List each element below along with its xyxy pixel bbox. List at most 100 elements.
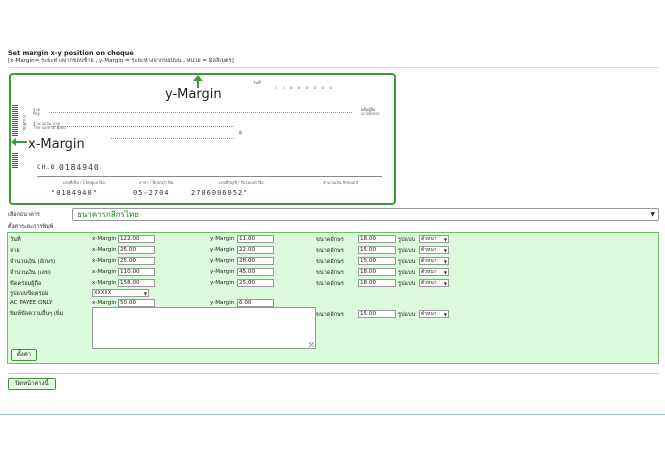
row-label-amount-number: จำนวนเงิน (เลข): [10, 270, 51, 276]
bearer-format-select[interactable]: ตัวหนา ▼: [419, 279, 449, 287]
or-bearer-en-label: or bearer: [361, 111, 380, 116]
amount-text-size-input[interactable]: 15.00: [358, 257, 396, 265]
pay-line: [49, 112, 352, 113]
field-line: [37, 176, 382, 177]
bearer-size-input[interactable]: 18.00: [358, 279, 396, 287]
pay-en-label: Pay: [33, 111, 41, 116]
side-label: ด่วนที่สุด: [22, 115, 27, 131]
chevron-down-icon: ▼: [443, 259, 447, 264]
format-label: รูปแบบ: [398, 312, 416, 318]
field-amount: จำนวนเงิน Amount: [323, 180, 359, 185]
font-size-label: ขนาดอักษร: [316, 259, 344, 265]
date-format-select[interactable]: ตัวหนา ▼: [419, 235, 449, 243]
divider: [0, 414, 665, 415]
date-boxes: ว ว ด ด ป ป ป ป: [275, 85, 334, 90]
row-label-date: วันที่: [10, 237, 21, 243]
format-label: รูปแบบ: [398, 259, 416, 265]
font-size-label: ขนาดอักษร: [316, 237, 344, 243]
amount-number-x-input[interactable]: 110.00: [118, 268, 155, 276]
ac-payee-x-input[interactable]: 50.00: [118, 299, 155, 307]
crossing-label: รูปแบบขีดคร่อม: [10, 291, 49, 297]
micr-cheque: "0184940": [51, 189, 98, 197]
bank-select-value: ธนาคารกสิกรไทย: [77, 210, 139, 219]
y-margin-label: y-Margin: [210, 269, 235, 275]
x-margin-label: x-Margin: [92, 247, 117, 253]
row-label-amount-text: จำนวนเงิน (อักษร): [10, 259, 56, 265]
y-margin-label: y-Margin: [165, 87, 222, 102]
bank-label: เลือกธนาคาร: [8, 212, 40, 218]
ac-payee-y-input[interactable]: 6.00: [237, 299, 274, 307]
close-window-button[interactable]: ปิดหน้าต่างนี้: [8, 378, 56, 390]
chevron-down-icon: ▼: [443, 248, 447, 253]
micr-branch: 05-2704: [133, 189, 170, 197]
pay-size-input[interactable]: 15.00: [358, 246, 396, 254]
select-value: XXXXX: [94, 290, 112, 296]
divider: [8, 373, 659, 374]
extra-text-label: พิมพ์ข้อความอื่นๆ เพิ่ม: [10, 311, 64, 317]
amount-number-size-input[interactable]: 18.00: [358, 268, 396, 276]
page-title: Set margin x-y position on cheque: [8, 49, 134, 57]
y-margin-label: y-Margin: [210, 300, 235, 306]
chevron-down-icon: ▼: [443, 281, 447, 286]
select-value: ตัวหนา: [421, 269, 437, 275]
settings-label: ตั้งค่าระยะการพิมพ์: [8, 224, 54, 230]
format-label: รูปแบบ: [398, 237, 416, 243]
extra-text-size-input[interactable]: 15.00: [358, 310, 396, 318]
bank-select[interactable]: ธนาคารกสิกรไทย ▼: [72, 208, 659, 221]
crossing-select[interactable]: XXXXX ▼: [92, 289, 149, 297]
amount-line: [49, 126, 234, 127]
font-size-label: ขนาดอักษร: [316, 312, 344, 318]
y-margin-label: y-Margin: [210, 236, 235, 242]
y-margin-label: y-Margin: [210, 247, 235, 253]
row-label-pay: จ่าย: [10, 248, 20, 254]
x-margin-label: x-Margin: [92, 269, 117, 275]
pay-format-select[interactable]: ตัวหนา ▼: [419, 246, 449, 254]
save-settings-button[interactable]: ตั้งค่า: [11, 349, 37, 361]
date-x-input[interactable]: 122.00: [118, 235, 155, 243]
extra-text-textarea[interactable]: [92, 307, 316, 349]
bearer-x-input[interactable]: 158.00: [118, 279, 155, 287]
x-margin-label: x-Margin: [92, 280, 117, 286]
pay-y-input[interactable]: 22.00: [237, 246, 274, 254]
chevron-down-icon: ▼: [650, 211, 655, 218]
x-margin-label: x-Margin: [92, 236, 117, 242]
field-account: เลขที่บัญชี / Account No.: [219, 180, 265, 185]
micr-account: 2706006052": [191, 189, 249, 197]
date-size-input[interactable]: 18.00: [358, 235, 396, 243]
amount-number-y-input[interactable]: 45.00: [237, 268, 274, 276]
row-label-bearer: ขีดคร่อมผู้ถือ: [10, 281, 42, 287]
select-value: ตัวหนา: [421, 236, 437, 242]
select-value: ตัวหนา: [421, 247, 437, 253]
amount-text-y-input[interactable]: 28.00: [237, 257, 274, 265]
extra-text-format-select[interactable]: ตัวหนา ▼: [419, 310, 449, 318]
format-label: รูปแบบ: [398, 270, 416, 276]
cheque-preview: ด่วนที่สุด y-Margin วันที่ ว ว ด ด ป ป ป…: [9, 73, 396, 205]
chevron-down-icon: ▼: [443, 312, 447, 317]
field-cheque-no: เลขที่เช็ค / Cheque No.: [63, 180, 107, 185]
divider: [8, 67, 659, 68]
bearer-y-input[interactable]: 25.00: [237, 279, 274, 287]
amount-text-format-select[interactable]: ตัวหนา ▼: [419, 257, 449, 265]
x-margin-label: x-Margin: [92, 300, 117, 306]
date-y-input[interactable]: 11.00: [237, 235, 274, 243]
left-arrow-icon: [11, 138, 16, 146]
chevron-down-icon: ▼: [443, 237, 447, 242]
resize-handle-icon[interactable]: [309, 342, 314, 347]
font-size-label: ขนาดอักษร: [316, 281, 344, 287]
barcode-strip: [12, 153, 18, 169]
page-subtitle: [x-Margin= ระยะห่างจากขอบซ้าย , y-Margin…: [8, 58, 234, 64]
format-label: รูปแบบ: [398, 248, 416, 254]
amount-text-x-input[interactable]: 25.00: [118, 257, 155, 265]
cheque-number: 0184940: [59, 163, 100, 172]
select-value: ตัวหนา: [421, 311, 437, 317]
cheque-no-prefix: CH.B: [37, 164, 56, 171]
pay-x-input[interactable]: 25.00: [118, 246, 155, 254]
up-arrow-icon: [193, 75, 203, 81]
amount-number-format-select[interactable]: ตัวหนา ▼: [419, 268, 449, 276]
x-margin-label: x-Margin: [28, 137, 85, 152]
date-label: วันที่: [253, 80, 261, 85]
ac-payee-label: AC PAYEE ONLY: [10, 300, 53, 306]
font-size-label: ขนาดอักษร: [316, 248, 344, 254]
field-branch: สาขา / Branch No.: [139, 180, 175, 185]
x-margin-label: x-Margin: [92, 258, 117, 264]
